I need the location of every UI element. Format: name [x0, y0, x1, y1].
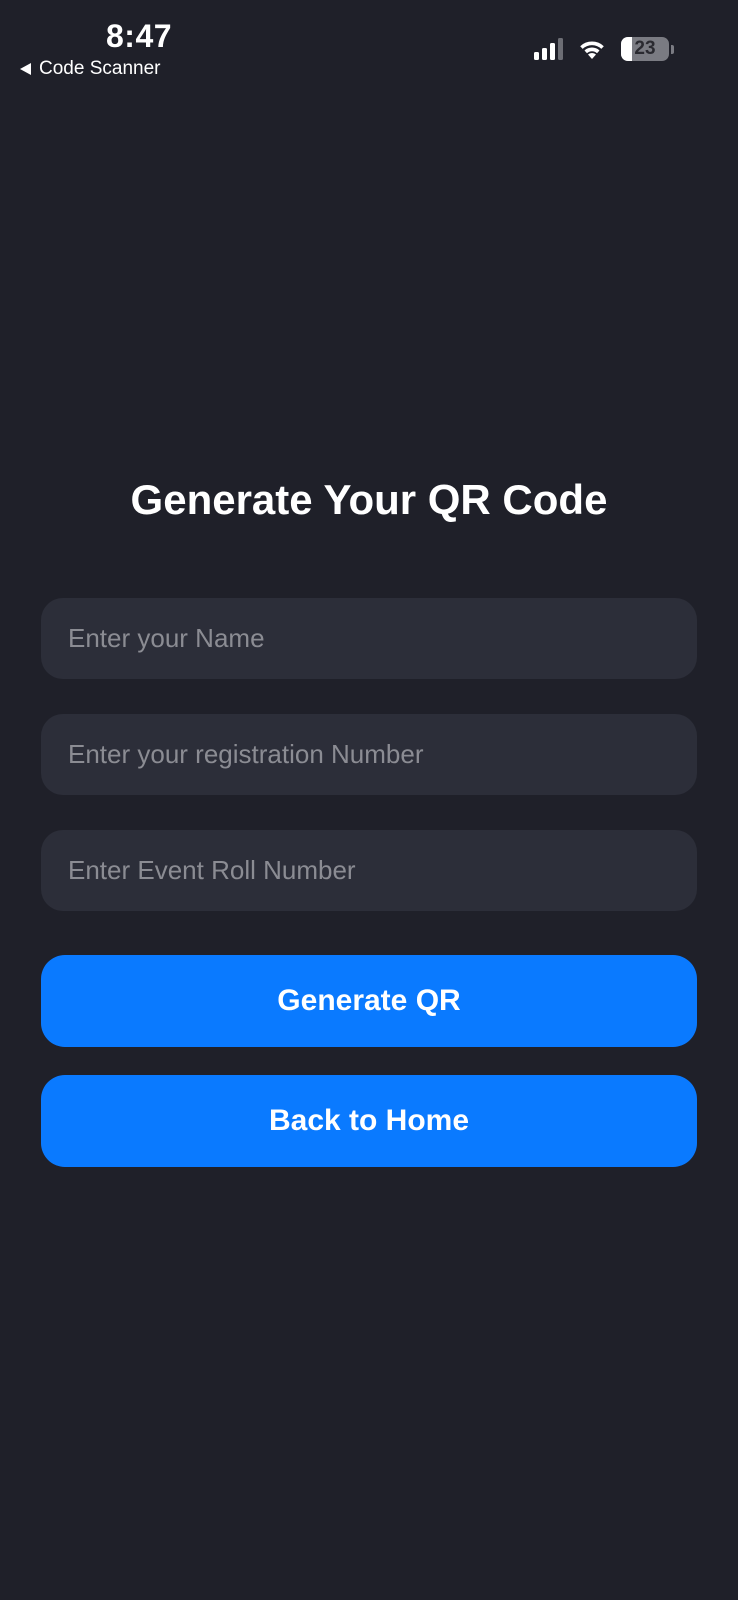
- back-to-home-button[interactable]: Back to Home: [41, 1075, 697, 1167]
- cellular-signal-icon: [534, 38, 563, 60]
- name-input[interactable]: [66, 622, 672, 655]
- back-app-label: Code Scanner: [39, 58, 161, 79]
- name-field[interactable]: [41, 598, 697, 679]
- wifi-icon: [580, 41, 604, 59]
- event-roll-number-field[interactable]: [41, 830, 697, 911]
- battery-level: 23: [634, 38, 656, 59]
- back-to-app-link[interactable]: Code Scanner: [20, 58, 160, 80]
- status-bar: 8:47 Code Scanner 23: [0, 0, 738, 90]
- battery-cap: [671, 44, 674, 54]
- registration-number-input[interactable]: [66, 738, 672, 771]
- status-icons: 23: [534, 36, 674, 62]
- status-time: 8:47: [106, 18, 173, 54]
- back-arrow-icon: [20, 63, 31, 75]
- page-title: Generate Your QR Code: [130, 476, 608, 523]
- battery-icon: 23: [621, 37, 669, 61]
- registration-number-field[interactable]: [41, 714, 697, 795]
- generate-qr-button[interactable]: Generate QR: [41, 955, 697, 1047]
- event-roll-number-input[interactable]: [66, 854, 672, 887]
